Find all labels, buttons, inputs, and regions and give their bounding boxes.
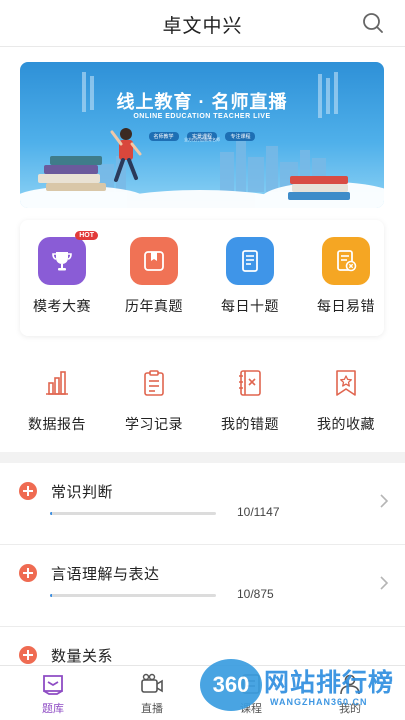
- expand-plus-icon[interactable]: [19, 482, 37, 500]
- promo-banner[interactable]: 线上教育 · 名师直播 ONLINE EDUCATION TEACHER LIV…: [20, 62, 384, 208]
- category-verbal-comprehension[interactable]: 言语理解与表达 10/875: [0, 545, 405, 627]
- clipboard-icon: [144, 370, 164, 396]
- bar-chart-icon: [46, 371, 68, 395]
- top-bar: 卓文中兴: [0, 0, 405, 47]
- tool-my-errors[interactable]: 我的错题: [215, 368, 285, 434]
- chevron-right-icon[interactable]: [379, 493, 389, 509]
- feature-daily-ten[interactable]: 每日十题: [215, 237, 285, 316]
- watermark-text: 网站排行榜: [264, 669, 395, 697]
- expand-plus-icon[interactable]: [19, 564, 37, 582]
- feature-mock-exam[interactable]: HOT 模考大赛: [27, 231, 98, 316]
- camera-icon: [141, 673, 163, 693]
- feature-icon-bg: [130, 237, 178, 285]
- banner-title: 线上教育 · 名师直播: [116, 92, 288, 112]
- tool-data-report[interactable]: 数据报告: [22, 368, 92, 434]
- watermark-url: WANGZHAN360.CN: [270, 697, 368, 707]
- tab-live[interactable]: 直播: [122, 672, 182, 716]
- progress-fill: [50, 594, 52, 597]
- category-name: 数量关系: [51, 648, 114, 665]
- hot-badge: HOT: [75, 231, 98, 240]
- tool-label: 我的收藏: [317, 416, 375, 432]
- tab-label: 题库: [42, 703, 64, 715]
- progress-bar: [50, 594, 216, 597]
- error-document-icon: [337, 250, 357, 272]
- feature-label: 每日十题: [221, 298, 279, 314]
- feature-daily-errors[interactable]: 每日易错: [311, 237, 381, 316]
- progress-fill: [50, 512, 52, 515]
- progress-bar: [50, 512, 216, 515]
- trophy-icon: [52, 252, 72, 271]
- expand-plus-icon[interactable]: [19, 646, 37, 664]
- feature-icon-bg: HOT: [38, 231, 98, 285]
- banner-note: 全方位打造教育名师: [184, 137, 220, 142]
- feature-icon-bg: [322, 237, 370, 285]
- section-divider: [0, 452, 405, 463]
- feature-label: 历年真题: [125, 298, 183, 314]
- error-book-icon: [239, 370, 261, 396]
- tool-my-favorites[interactable]: 我的收藏: [311, 368, 381, 434]
- category-name: 言语理解与表达: [51, 566, 160, 583]
- progress-count: 10/1147: [237, 505, 280, 519]
- feature-past-papers[interactable]: 历年真题: [119, 237, 189, 316]
- category-common-sense[interactable]: 常识判断 10/1147: [0, 463, 405, 545]
- bookmark-folder-icon: [144, 251, 164, 271]
- watermark: 360 网站排行榜 WANGZHAN360.CN: [200, 655, 405, 720]
- banner-subtitle: ONLINE EDUCATION TEACHER LIVE: [133, 113, 271, 120]
- feature-grid: HOT 模考大赛 历年真题 每日十题 每日易错: [20, 220, 384, 336]
- tab-label: 直播: [141, 703, 163, 715]
- tool-label: 我的错题: [221, 416, 279, 432]
- search-icon[interactable]: [361, 11, 385, 35]
- star-bookmark-icon: [336, 370, 356, 396]
- tool-label: 数据报告: [28, 416, 86, 432]
- page-title: 卓文中兴: [162, 16, 243, 37]
- chevron-right-icon[interactable]: [379, 575, 389, 591]
- tablet-document-icon: [242, 250, 258, 272]
- category-name: 常识判断: [51, 484, 114, 501]
- tool-label: 学习记录: [125, 416, 183, 432]
- question-bank-icon: [43, 675, 63, 695]
- feature-icon-bg: [226, 237, 274, 285]
- watermark-logo: 360: [200, 659, 262, 711]
- app-screen: 卓文中兴 线上教育 · 名师直播 ONLINE EDUCATION TEACHE…: [0, 0, 405, 720]
- tool-study-record[interactable]: 学习记录: [119, 368, 189, 434]
- feature-label: 模考大赛: [33, 298, 91, 314]
- tab-question-bank[interactable]: 题库: [23, 672, 83, 716]
- feature-label: 每日易错: [317, 298, 375, 314]
- progress-count: 10/875: [237, 587, 274, 601]
